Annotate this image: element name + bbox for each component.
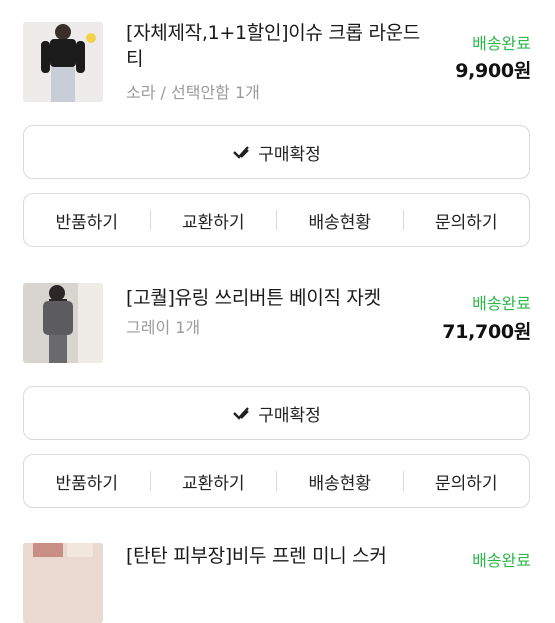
- tracking-button[interactable]: 배송현황: [277, 194, 403, 246]
- product-option: 소라 / 선택안함 1개: [126, 83, 260, 102]
- tracking-button[interactable]: 배송현황: [277, 455, 403, 507]
- delivery-status: 배송완료: [472, 294, 531, 313]
- inquiry-button[interactable]: 문의하기: [404, 455, 530, 507]
- return-button[interactable]: 반품하기: [24, 194, 150, 246]
- product-thumbnail[interactable]: [23, 543, 103, 623]
- confirm-label: 구매확정: [258, 405, 321, 426]
- product-title[interactable]: [탄탄 피부장]비두 프렌 미니 스커: [126, 543, 431, 569]
- return-button[interactable]: 반품하기: [24, 455, 150, 507]
- inquiry-button[interactable]: 문의하기: [404, 194, 530, 246]
- product-title[interactable]: [고퀄]유링 쓰리버튼 베이직 자켓: [126, 285, 431, 311]
- confirm-purchase-button[interactable]: 구매확정: [23, 386, 530, 440]
- confirm-purchase-button[interactable]: 구매확정: [23, 125, 530, 179]
- product-photo-icon: [23, 283, 103, 363]
- product-photo-icon: [23, 543, 103, 623]
- product-price: 71,700원: [442, 321, 531, 343]
- exchange-button[interactable]: 교환하기: [151, 455, 277, 507]
- order-action-bar: 반품하기 교환하기 배송현황 문의하기: [23, 454, 530, 508]
- product-thumbnail[interactable]: [23, 22, 103, 102]
- product-photo-icon: [23, 22, 103, 102]
- delivery-status: 배송완료: [472, 551, 531, 570]
- check-icon: [232, 406, 250, 420]
- product-title[interactable]: [자체제작,1+1할인]이슈 크롭 라운드티: [126, 20, 431, 72]
- product-option: 그레이 1개: [126, 318, 201, 337]
- product-thumbnail[interactable]: [23, 283, 103, 363]
- check-icon: [232, 145, 250, 159]
- product-price: 9,900원: [455, 60, 531, 82]
- exchange-button[interactable]: 교환하기: [151, 194, 277, 246]
- order-action-bar: 반품하기 교환하기 배송현황 문의하기: [23, 193, 530, 247]
- confirm-label: 구매확정: [258, 144, 321, 165]
- delivery-status: 배송완료: [472, 34, 531, 53]
